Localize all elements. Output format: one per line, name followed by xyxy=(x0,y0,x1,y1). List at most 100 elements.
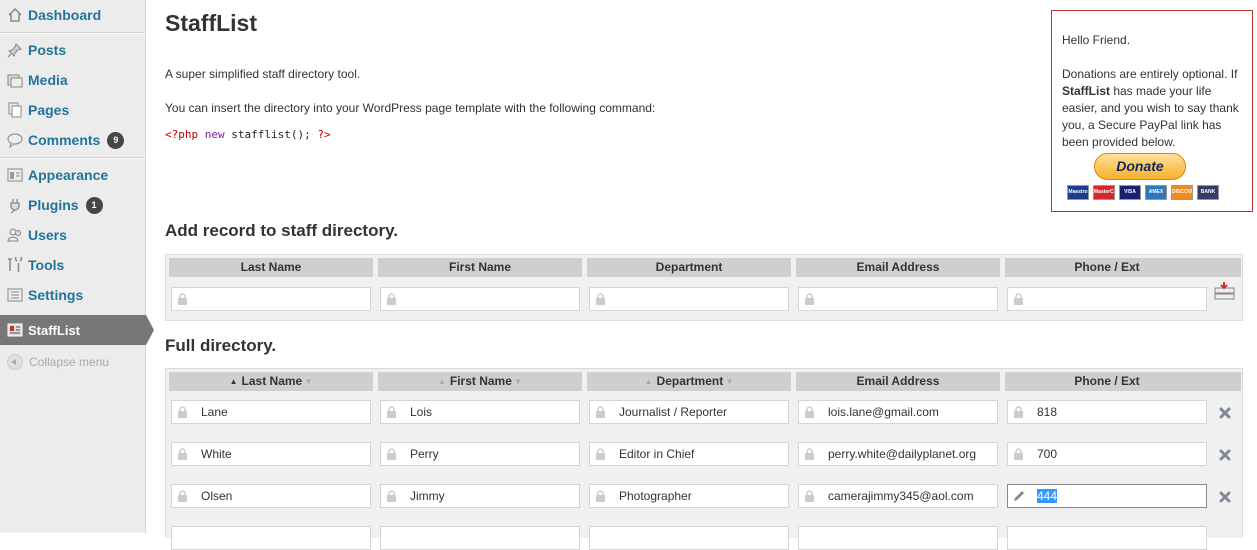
stafflist-icon xyxy=(7,322,23,338)
lock-icon xyxy=(595,406,606,421)
cell-value: camerajimmy345@aol.com xyxy=(828,489,974,503)
menu-item-users[interactable]: Users xyxy=(0,221,146,249)
payment-card-icon: VISA xyxy=(1119,185,1141,200)
menu-label: Users xyxy=(28,227,67,243)
cell-value: Photographer xyxy=(619,489,692,503)
phone-field[interactable]: 700 xyxy=(1007,442,1207,466)
add-department-input[interactable] xyxy=(589,287,789,311)
menu-separator xyxy=(0,32,146,34)
lock-icon xyxy=(595,293,606,308)
cell-value: perry.white@dailyplanet.org xyxy=(828,447,977,461)
payment-card-icon: AMEX xyxy=(1145,185,1167,200)
menu-item-settings[interactable]: Settings xyxy=(0,281,146,309)
email-field[interactable]: perry.white@dailyplanet.org xyxy=(798,442,998,466)
delete-record-icon[interactable] xyxy=(1218,490,1232,504)
admin-sidebar: Dashboard Posts Media Pages Comments 9 A… xyxy=(0,0,154,533)
department-field[interactable]: Editor in Chief xyxy=(589,442,789,466)
comment-count-badge: 9 xyxy=(107,131,125,149)
payment-cards: Maestro MasterCard VISA AMEX DISCOVER BANK xyxy=(1067,185,1219,200)
first-name-field[interactable]: Lois xyxy=(380,400,580,424)
lock-icon xyxy=(804,293,815,308)
menu-item-appearance[interactable]: Appearance xyxy=(0,161,146,189)
sort-descending-icon: ▼ xyxy=(511,377,523,386)
email-field[interactable] xyxy=(798,526,998,550)
email-field[interactable]: lois.lane@gmail.com xyxy=(798,400,998,424)
column-header-label: First Name xyxy=(449,374,512,388)
add-email-input[interactable] xyxy=(798,287,998,311)
add-record-icon[interactable] xyxy=(1214,282,1236,304)
menu-item-pages[interactable]: Pages xyxy=(0,96,146,124)
cell-value: Journalist / Reporter xyxy=(619,405,728,419)
sort-ascending-icon: ▲ xyxy=(644,377,653,386)
column-header-label: Department xyxy=(656,374,724,388)
last-name-field[interactable] xyxy=(171,526,371,550)
cell-value: lois.lane@gmail.com xyxy=(828,405,939,419)
donate-button[interactable]: Donate xyxy=(1094,153,1186,180)
column-header-email: Email Address xyxy=(796,258,1000,277)
column-header-action xyxy=(1209,372,1241,391)
donate-box: Hello Friend. Donations are entirely opt… xyxy=(1051,10,1253,212)
last-name-field[interactable]: White xyxy=(171,442,371,466)
insert-instructions: You can insert the directory into your W… xyxy=(165,101,656,115)
lock-icon xyxy=(177,406,188,421)
last-name-field[interactable]: Olsen xyxy=(171,484,371,508)
menu-item-media[interactable]: Media xyxy=(0,66,146,94)
delete-record-icon[interactable] xyxy=(1218,406,1232,420)
menu-label: Posts xyxy=(28,42,67,58)
phone-field[interactable] xyxy=(1007,526,1207,550)
cell-value: Lois xyxy=(410,405,433,419)
collapse-menu-button[interactable]: Collapse menu xyxy=(0,352,109,372)
add-first-name-input[interactable] xyxy=(380,287,580,311)
column-header-last-name: Last Name xyxy=(169,258,373,277)
menu-item-tools[interactable]: Tools xyxy=(0,251,146,279)
donate-greeting: Hello Friend. xyxy=(1062,33,1131,47)
department-field[interactable]: Photographer xyxy=(589,484,789,508)
first-name-field[interactable] xyxy=(380,526,580,550)
menu-item-dashboard[interactable]: Dashboard xyxy=(0,1,146,29)
users-icon xyxy=(7,227,23,243)
add-last-name-input[interactable] xyxy=(171,287,371,311)
page-title: StaffList xyxy=(165,10,257,36)
column-header-label: Phone / Ext xyxy=(1074,374,1140,388)
department-field[interactable]: Journalist / Reporter xyxy=(589,400,789,424)
column-header-label: Last Name xyxy=(241,374,303,388)
menu-item-comments[interactable]: Comments 9 xyxy=(0,126,146,154)
collapse-arrow-icon xyxy=(7,354,23,370)
department-field[interactable] xyxy=(589,526,789,550)
menu-separator xyxy=(0,157,146,159)
menu-item-plugins[interactable]: Plugins 1 xyxy=(0,191,146,219)
column-header-phone: Phone / Ext xyxy=(1005,258,1209,277)
add-phone-input[interactable] xyxy=(1007,287,1207,311)
intro-text: A super simplified staff directory tool. xyxy=(165,67,361,81)
first-name-field[interactable]: Jimmy xyxy=(380,484,580,508)
menu-label: Tools xyxy=(28,257,65,273)
pushpin-icon xyxy=(7,42,23,58)
column-header-last-name[interactable]: ▲ Last Name ▼ xyxy=(169,372,373,391)
sort-descending-icon: ▼ xyxy=(723,377,734,386)
lock-icon xyxy=(804,406,815,421)
email-field[interactable]: camerajimmy345@aol.com xyxy=(798,484,998,508)
cell-value: 818 xyxy=(1037,405,1058,419)
column-header-department[interactable]: ▲ Department ▼ xyxy=(587,372,791,391)
phone-field[interactable]: 444 xyxy=(1007,484,1207,508)
menu-label: Comments xyxy=(28,132,101,148)
payment-card-icon: MasterCard xyxy=(1093,185,1115,200)
lock-icon xyxy=(595,490,606,505)
appearance-icon xyxy=(7,167,23,183)
column-header-first-name: First Name xyxy=(378,258,582,277)
menu-label: Media xyxy=(28,72,68,88)
donate-text-bold: StaffList xyxy=(1062,84,1110,98)
delete-record-icon[interactable] xyxy=(1218,448,1232,462)
first-name-field[interactable]: Perry xyxy=(380,442,580,466)
cell-value: White xyxy=(201,447,232,461)
cell-value: Jimmy xyxy=(410,489,445,503)
directory-table: ▲ Last Name ▼ ▲ First Name ▼ ▲ Department ▼ Em… xyxy=(165,368,1243,550)
menu-item-posts[interactable]: Posts xyxy=(0,36,146,64)
column-header-first-name[interactable]: ▲ First Name ▼ xyxy=(378,372,582,391)
sort-descending-icon: ▼ xyxy=(302,377,313,386)
phone-field[interactable]: 818 xyxy=(1007,400,1207,424)
last-name-field[interactable]: Lane xyxy=(171,400,371,424)
sort-ascending-icon: ▲ xyxy=(437,377,446,386)
menu-item-stafflist[interactable]: StaffList xyxy=(0,315,146,345)
dashboard-icon xyxy=(7,7,23,23)
